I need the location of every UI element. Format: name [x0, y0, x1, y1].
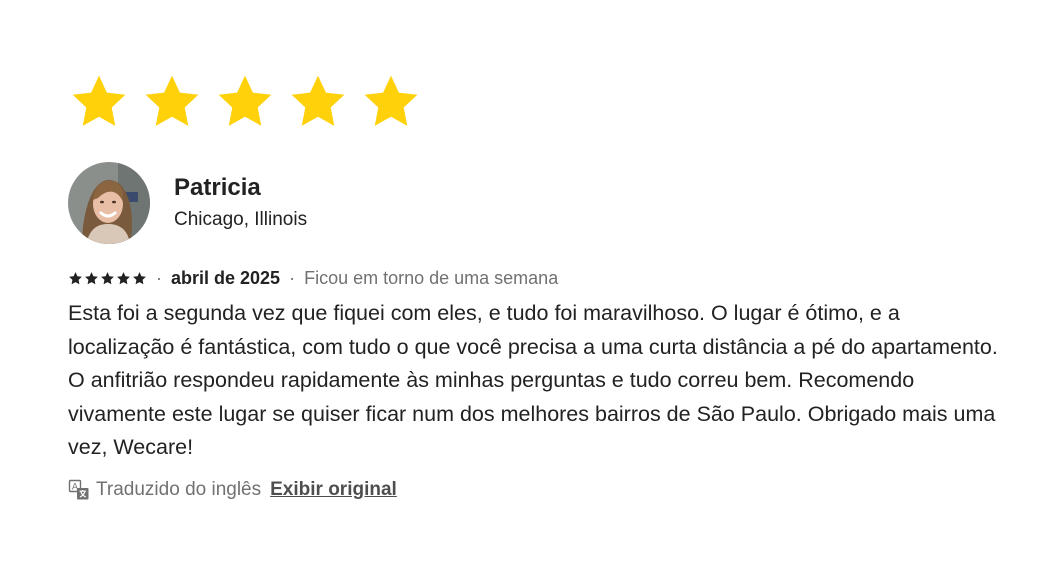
show-original-link[interactable]: Exibir original: [270, 477, 397, 503]
star-icon: [68, 271, 83, 286]
translated-label: Traduzido do inglês: [96, 478, 262, 500]
reviewer-text: Patricia Chicago, Illinois: [174, 173, 307, 233]
stay-length: Ficou em torno de uma semana: [304, 268, 559, 288]
meta-separator: ·: [156, 268, 162, 288]
reviewer-location: Chicago, Illinois: [174, 209, 308, 230]
star-icon: [84, 271, 99, 286]
star-icon: [360, 71, 422, 133]
star-icon: [214, 71, 276, 133]
reviewer-name[interactable]: Patricia: [174, 173, 307, 203]
translate-icon: A: [68, 479, 90, 501]
star-icon: [287, 71, 349, 133]
review-meta: · abril de 2025 · Ficou em torno de uma …: [68, 266, 1008, 290]
review-date: abril de 2025: [171, 268, 281, 288]
review-card: Patricia Chicago, Illinois · abril de 20…: [68, 70, 1008, 503]
star-icon: [68, 71, 130, 133]
translation-notice: A Traduzido do inglês Exibir original: [68, 477, 1008, 503]
star-icon: [116, 271, 131, 286]
reviewer-info: Patricia Chicago, Illinois: [68, 162, 1008, 244]
meta-separator: ·: [289, 268, 296, 288]
review-text: Esta foi a segunda vez que fiquei com el…: [68, 301, 998, 459]
star-icon: [141, 71, 203, 133]
star-icon: [132, 271, 147, 286]
avatar[interactable]: [68, 162, 150, 244]
review-rating-stars: [68, 271, 147, 286]
overall-rating-stars: [68, 70, 1008, 134]
star-icon: [100, 271, 115, 286]
